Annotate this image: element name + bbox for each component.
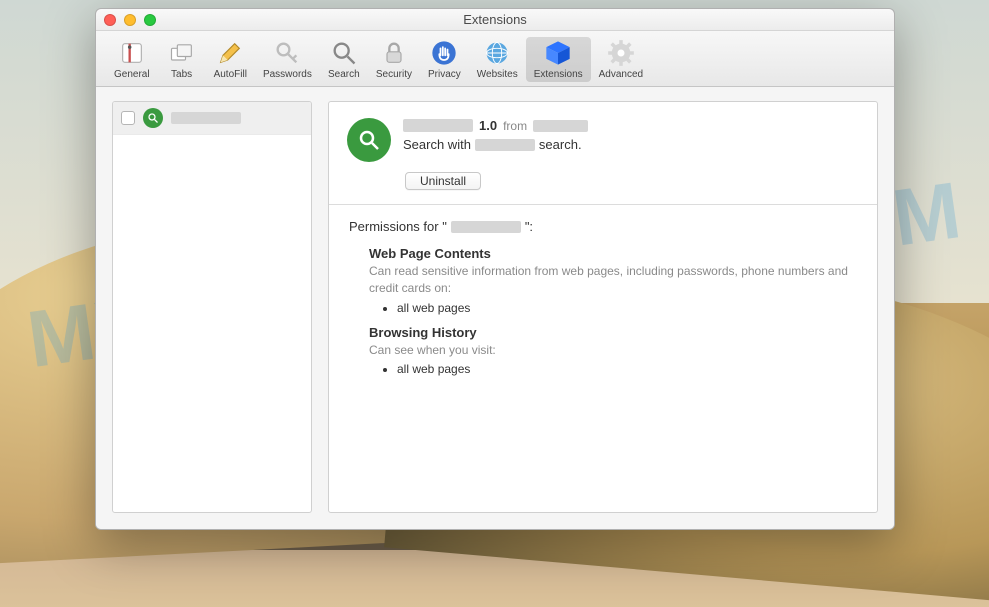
tab-search[interactable]: Search	[320, 37, 368, 82]
tab-autofill[interactable]: AutoFill	[206, 37, 255, 82]
tab-label: Passwords	[263, 69, 312, 80]
extensions-icon	[544, 39, 572, 67]
extension-detail-icon	[347, 118, 391, 162]
tab-label: AutoFill	[214, 69, 247, 80]
prefs-toolbar: General Tabs AutoFill Passwords	[96, 31, 894, 87]
close-icon[interactable]	[104, 14, 116, 26]
minimize-icon[interactable]	[124, 14, 136, 26]
tab-websites[interactable]: Websites	[469, 37, 526, 82]
tab-tabs[interactable]: Tabs	[158, 37, 206, 82]
tab-security[interactable]: Security	[368, 37, 420, 82]
general-icon	[118, 39, 146, 67]
tab-extensions[interactable]: Extensions	[526, 37, 591, 82]
tabs-icon	[168, 39, 196, 67]
permission-section: Browsing History Can see when you visit:…	[369, 325, 857, 377]
titlebar[interactable]: Extensions	[96, 9, 894, 31]
gear-icon	[607, 39, 635, 67]
desc-suffix: search.	[539, 137, 582, 152]
permission-section: Web Page Contents Can read sensitive inf…	[369, 246, 857, 315]
extension-version: 1.0	[479, 118, 497, 133]
zoom-icon[interactable]	[144, 14, 156, 26]
globe-icon	[483, 39, 511, 67]
permissions-title-suffix: ":	[525, 219, 533, 234]
window-title: Extensions	[96, 12, 894, 27]
tab-label: Privacy	[428, 69, 461, 80]
permission-heading: Browsing History	[369, 325, 857, 340]
extension-enable-checkbox[interactable]	[121, 111, 135, 125]
pencil-icon	[216, 39, 244, 67]
permissions-panel: Permissions for " ": Web Page Contents C…	[329, 205, 877, 400]
tab-label: Security	[376, 69, 412, 80]
preferences-window: Extensions General Tabs AutoFill	[95, 8, 895, 530]
permission-heading: Web Page Contents	[369, 246, 857, 261]
tab-passwords[interactable]: Passwords	[255, 37, 320, 82]
tab-label: Search	[328, 69, 360, 80]
permissions-title-prefix: Permissions for "	[349, 219, 447, 234]
permission-bullet: all web pages	[397, 362, 857, 376]
desc-prefix: Search with	[403, 137, 471, 152]
extension-name-redacted	[403, 119, 473, 132]
permission-bullet: all web pages	[397, 301, 857, 315]
tab-label: Websites	[477, 69, 518, 80]
uninstall-button[interactable]: Uninstall	[405, 172, 481, 190]
content-area: 1.0 from Search with search. Uninstall	[96, 87, 894, 529]
extension-publisher-redacted	[533, 120, 588, 132]
lock-icon	[380, 39, 408, 67]
tab-label: Extensions	[534, 69, 583, 80]
extensions-list	[112, 101, 312, 513]
permission-desc: Can read sensitive information from web …	[369, 263, 857, 297]
extension-name-redacted	[171, 112, 241, 124]
tab-label: Tabs	[171, 69, 192, 80]
permission-desc: Can see when you visit:	[369, 342, 857, 359]
hand-icon	[430, 39, 458, 67]
permissions-name-redacted	[451, 221, 521, 233]
extension-icon	[143, 108, 163, 128]
extension-list-item[interactable]	[113, 102, 311, 135]
tab-privacy[interactable]: Privacy	[420, 37, 469, 82]
from-label: from	[503, 119, 527, 133]
search-icon	[330, 39, 358, 67]
tab-advanced[interactable]: Advanced	[591, 37, 651, 82]
key-icon	[273, 39, 301, 67]
extension-detail: 1.0 from Search with search. Uninstall	[328, 101, 878, 513]
tab-label: Advanced	[599, 69, 643, 80]
window-controls	[104, 14, 156, 26]
tab-general[interactable]: General	[106, 37, 158, 82]
tab-label: General	[114, 69, 150, 80]
desc-name-redacted	[475, 139, 535, 151]
